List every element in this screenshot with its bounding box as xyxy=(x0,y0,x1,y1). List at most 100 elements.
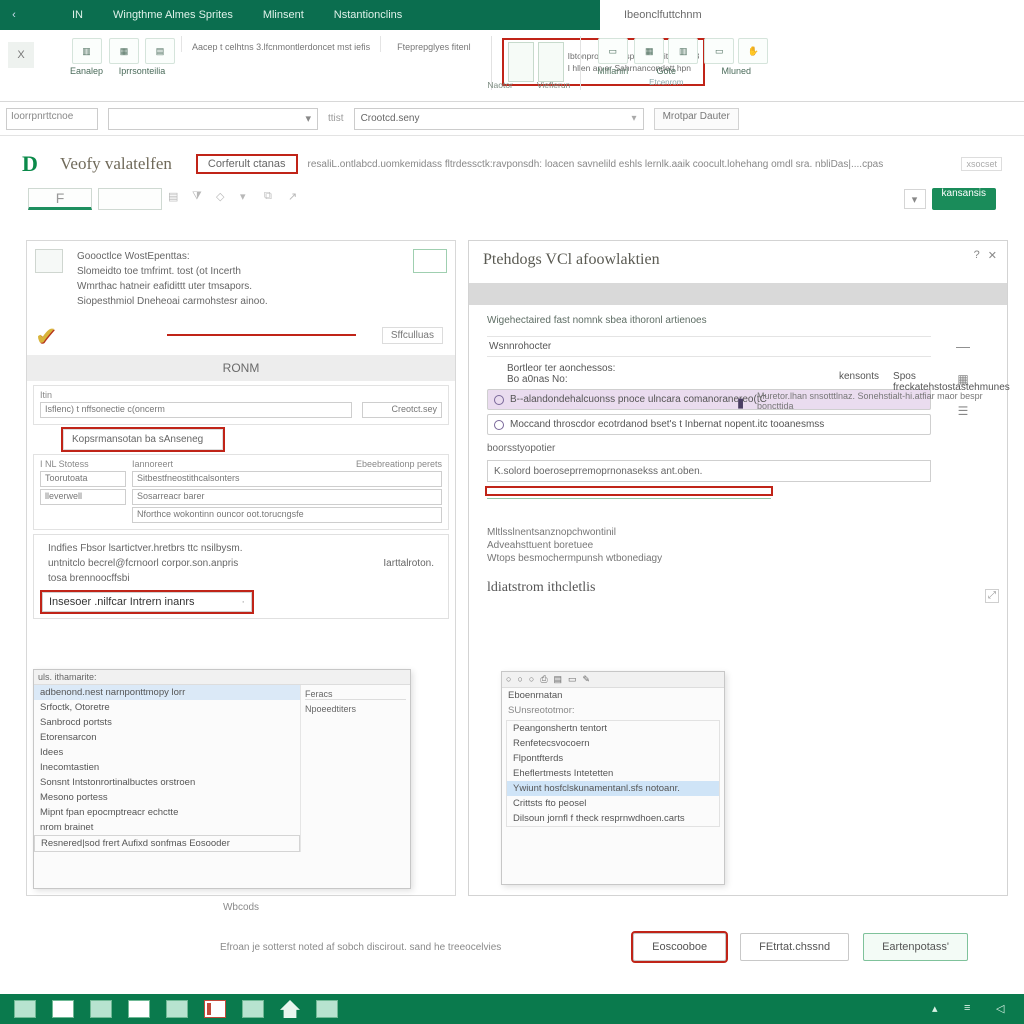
page-thumb-icon[interactable] xyxy=(35,249,63,273)
list-item[interactable]: Idees xyxy=(34,745,300,760)
ribbon-group-misc: ▭ Miflanirl xyxy=(597,38,628,76)
mini-dot-icon[interactable]: ○ xyxy=(506,674,511,685)
mini-rect-icon[interactable]: ▭ xyxy=(568,674,577,685)
share-icon[interactable]: ↗ xyxy=(288,190,306,208)
sp-lab4[interactable]: Toorutoata xyxy=(40,471,126,487)
hand-icon[interactable]: ✋ xyxy=(738,38,768,64)
list-item[interactable]: Sanbrocd portsts xyxy=(34,715,300,730)
mini-edit-icon[interactable]: ✎ xyxy=(583,674,591,685)
desc-more[interactable]: xsocset xyxy=(961,157,1002,171)
tab-wing[interactable]: Wingthme Almes Sprites xyxy=(113,9,233,21)
highlighted-tag[interactable]: Corferult ctanas xyxy=(196,154,298,174)
doc-icon[interactable]: ▭ xyxy=(598,38,628,64)
task-app-1-icon[interactable] xyxy=(14,1000,36,1018)
task-app-5-icon[interactable] xyxy=(166,1000,188,1018)
tab-letter[interactable]: F xyxy=(28,188,92,210)
red-input[interactable]: Insesoer .nilfcar Intrern inanrs· xyxy=(42,592,252,612)
mini-grid-icon[interactable]: ▤ xyxy=(554,674,563,685)
list-item[interactable]: Resnered|sod frert Aufixd sonfmas Eosood… xyxy=(34,835,300,852)
doc-description: resaliL.ontlabcd.uomkemidass fltrdessctk… xyxy=(308,159,952,170)
mini-item[interactable]: Peangonshertn tentort xyxy=(507,721,719,736)
rp-min-icon[interactable]: — xyxy=(956,338,970,354)
mini-item[interactable]: Eheflertmests Intetetten xyxy=(507,766,719,781)
task-app-2-icon[interactable] xyxy=(52,1000,74,1018)
tab-nst[interactable]: Nstantionclins xyxy=(334,9,402,21)
list-item[interactable]: Etorensarcon xyxy=(34,730,300,745)
star-icon: ✔ xyxy=(35,321,67,353)
table-icon[interactable]: ▦ xyxy=(634,38,664,64)
rp-rowA-right: Muretor.lhan snsotttlnaz. Sonehstialt-hi… xyxy=(757,391,987,411)
red-tagbox[interactable]: Kopsrmansotan ba sAnseneg xyxy=(63,429,223,450)
tab-in[interactable]: IN xyxy=(72,9,83,21)
rp-close-icon[interactable]: ✕ xyxy=(988,249,997,262)
mini-item[interactable]: Renfetecsvocoern xyxy=(507,736,719,751)
task-app-8-icon[interactable] xyxy=(316,1000,338,1018)
grid2-icon[interactable]: ▤ xyxy=(145,38,175,64)
mini-item[interactable]: Flpontfterds xyxy=(507,751,719,766)
template-thumb-2-icon[interactable] xyxy=(538,42,564,82)
toolbar-dropdown[interactable]: ▾ xyxy=(904,189,926,209)
list-item[interactable]: Srfoctk, Otoretre xyxy=(34,700,300,715)
tray-up-icon[interactable]: ▴ xyxy=(932,1002,946,1016)
grid-icon[interactable]: ▦ xyxy=(109,38,139,64)
home-icon[interactable] xyxy=(280,1000,300,1018)
mini-print-icon[interactable]: ⎙ xyxy=(540,674,547,685)
radio-icon[interactable] xyxy=(494,420,504,430)
close-ribbon-button[interactable]: X xyxy=(8,42,34,68)
mini-dot-icon[interactable]: ○ xyxy=(529,674,534,685)
rp-green-divider xyxy=(487,498,771,499)
list-item[interactable]: Mesono portess xyxy=(34,790,300,805)
filter-icon[interactable]: ⧩ xyxy=(192,190,210,208)
mini-item[interactable]: Dilsoun jornfl f theck resprnwdhoen.cart… xyxy=(507,811,719,826)
tab-blank[interactable] xyxy=(98,188,162,210)
toolbar-go-button[interactable]: kansansis xyxy=(932,188,996,210)
mini-item[interactable]: Crittsts fto peosel xyxy=(507,796,719,811)
rp-option-2[interactable]: Moccand throscdor ecotrdanod bset's t In… xyxy=(487,414,931,435)
middle-button[interactable]: FEtrtat.chssnd xyxy=(740,933,849,961)
task-app-6-icon[interactable] xyxy=(204,1000,226,1018)
list-item[interactable]: Inecomtastien xyxy=(34,760,300,775)
tab-mln[interactable]: Mlinsent xyxy=(263,9,304,21)
list-item[interactable]: nrom brainet xyxy=(34,820,300,835)
task-app-4-icon[interactable] xyxy=(128,1000,150,1018)
tray-net-icon[interactable]: ≡ xyxy=(964,1002,978,1016)
ok-button[interactable]: Eoscooboe xyxy=(633,933,726,961)
radio-icon[interactable] xyxy=(494,395,504,405)
mini-line: Isflenc) t nffsonectie c(oncerm xyxy=(40,402,352,418)
formula-bar: Ioorrpnrttcnoe ▾ ttist Crootcd.seny Mrot… xyxy=(0,102,1024,136)
table2-icon[interactable]: ▥ xyxy=(668,38,698,64)
right-button[interactable]: Eartenpotass' xyxy=(863,933,968,961)
list-item[interactable]: Mipnt fpan epocmptreacr echctte xyxy=(34,805,300,820)
rp-help-icon[interactable]: ? xyxy=(974,249,980,262)
template-thumb-1-icon[interactable] xyxy=(508,42,534,82)
list-item[interactable]: Sonsnt Intstonrortinalbuctes orstroen xyxy=(34,775,300,790)
chevron-down-icon[interactable]: ▾ xyxy=(240,190,258,208)
mini-item-selected[interactable]: Ywiunt hosfclskunamentanl.sfs notoanr. xyxy=(507,781,719,796)
rp-long-field[interactable]: K.solord boeroseprremoprnonasekss ant.ob… xyxy=(487,460,931,482)
sp-f3[interactable]: Nforthce wokontinn ouncor oot.torucngsfe xyxy=(132,507,442,523)
formula-input[interactable]: Crootcd.seny xyxy=(354,108,644,130)
book-icon[interactable]: ▭ xyxy=(704,38,734,64)
sp-lab5[interactable]: lleverwell xyxy=(40,489,126,505)
list-icon[interactable]: ▤ xyxy=(168,190,186,208)
ribbon-g3-label: Gote xyxy=(657,66,677,76)
pill-tag[interactable]: Sffculluas xyxy=(382,327,443,344)
fx-label: ttist xyxy=(328,113,344,124)
fx-indicator[interactable]: ▾ xyxy=(108,108,318,130)
name-box[interactable]: Ioorrpnrttcnoe xyxy=(6,108,98,130)
sp-lab3: Ebeebreationp perets xyxy=(356,459,442,469)
gp-1: Indfies Fbsor lsartictver.hretbrs ttc ns… xyxy=(42,541,440,556)
popup-field[interactable]: adbenond.nest narnponttmopy lorr xyxy=(34,685,300,700)
mini-dot-icon[interactable]: ○ xyxy=(517,674,522,685)
formula-action-button[interactable]: Mrotpar Dauter xyxy=(654,108,739,130)
sp-f1[interactable]: Sitbestfneostithcalsonters xyxy=(132,471,442,487)
back-icon[interactable]: ‹ xyxy=(0,1,28,29)
copy-icon[interactable]: ⧉ xyxy=(264,190,282,208)
sp-f2[interactable]: Sosarreacr barer xyxy=(132,489,442,505)
task-app-3-icon[interactable] xyxy=(90,1000,112,1018)
tag-icon[interactable]: ◇ xyxy=(216,190,234,208)
paste-icon[interactable]: ▥ xyxy=(72,38,102,64)
rp-expand-icon[interactable]: ⤢ xyxy=(985,589,999,603)
tray-vol-icon[interactable]: ◁ xyxy=(996,1002,1010,1016)
task-app-7-icon[interactable] xyxy=(242,1000,264,1018)
